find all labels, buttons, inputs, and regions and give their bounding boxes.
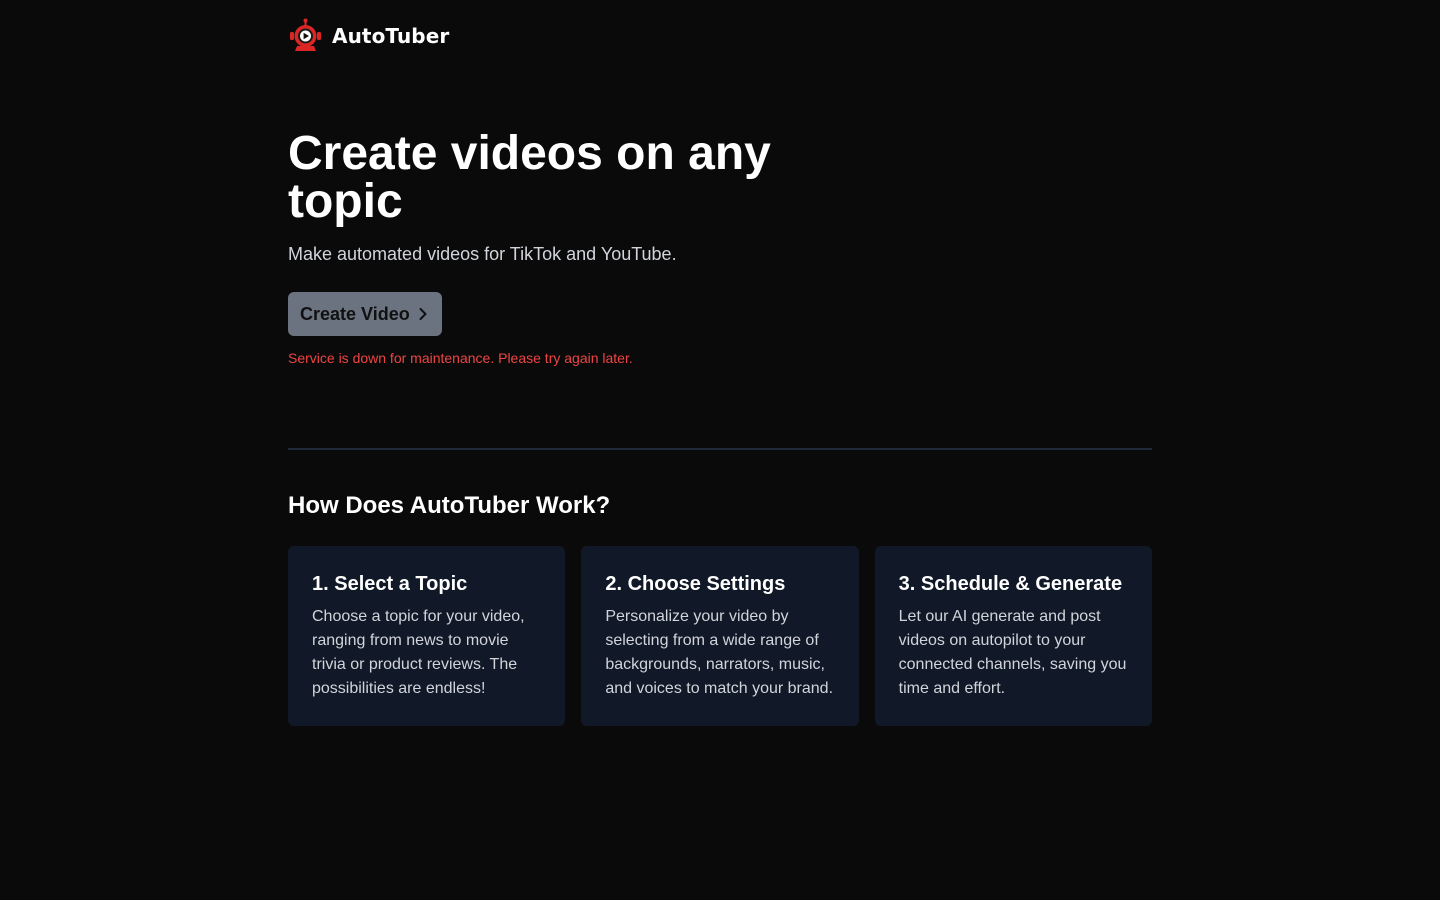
create-video-label: Create Video bbox=[300, 303, 410, 324]
section-divider bbox=[288, 448, 1152, 450]
error-message: Service is down for maintenance. Please … bbox=[288, 350, 633, 366]
robot-play-icon bbox=[290, 18, 321, 51]
step-card-schedule-generate: 3. Schedule & Generate Let our AI genera… bbox=[874, 546, 1152, 726]
step-description: Choose a topic for your video, ranging f… bbox=[312, 608, 525, 697]
step-card-select-topic: 1. Select a Topic Choose a topic for you… bbox=[288, 546, 566, 726]
chevron-right-icon bbox=[419, 308, 427, 320]
brand-name: AutoTuber bbox=[332, 24, 450, 48]
step-description: Let our AI generate and post videos on a… bbox=[898, 608, 1127, 697]
hero-title: Create videos on any topic bbox=[288, 127, 771, 228]
brand-link[interactable]: AutoTuber bbox=[288, 18, 449, 54]
create-video-button[interactable]: Create Video bbox=[288, 292, 442, 336]
steps-list: 1. Select a Topic Choose a topic for you… bbox=[288, 546, 1152, 726]
step-title: 3. Schedule & Generate bbox=[898, 573, 1123, 595]
how-it-works-title: How Does AutoTuber Work? bbox=[288, 492, 611, 519]
hero-subtitle: Make automated videos for TikTok and You… bbox=[288, 244, 677, 264]
step-description: Personalize your video by selecting from… bbox=[605, 608, 834, 697]
step-title: 1. Select a Topic bbox=[312, 573, 468, 595]
step-card-choose-settings: 2. Choose Settings Personalize your vide… bbox=[581, 546, 859, 726]
step-title: 2. Choose Settings bbox=[605, 573, 786, 595]
